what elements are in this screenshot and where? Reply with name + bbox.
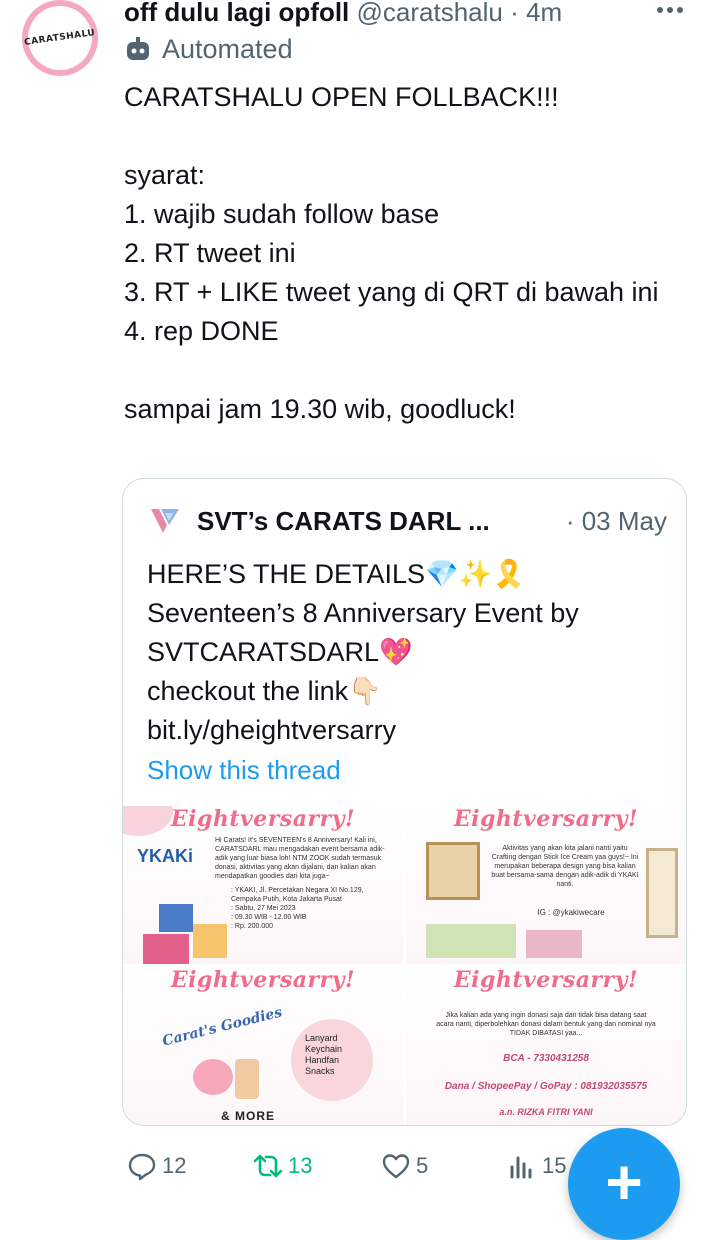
goodies-illustration [193,1059,233,1095]
bot-icon [127,37,149,60]
craft-photo [646,848,678,938]
goodies-item: Lanyard [305,1033,338,1043]
goodies-item: Snacks [305,1066,335,1076]
craft-photo [426,924,516,958]
like-button[interactable]: 5 [380,1146,428,1186]
goodies-more: & MORE [221,1109,275,1123]
retweet-count: 13 [288,1153,313,1178]
panel-title: Eightversarry! [453,967,639,993]
quoted-avatar-icon[interactable] [147,503,183,539]
panel-details: : YKAKI, Jl. Percetakan Negara XI No.129… [231,887,364,930]
automated-label: Automated [124,33,293,65]
goodies-item: Keychain [305,1044,343,1054]
panel-ig: IG : @ykakiwecare [537,908,605,917]
retweet-button[interactable]: 13 [252,1146,312,1186]
craft-photo [193,924,227,958]
tweet-text: CARATSHALU OPEN FOLLBACK!!! syarat: 1. w… [124,82,659,424]
show-thread-link[interactable]: Show this thread [147,755,341,786]
goodies-illustration [235,1059,259,1099]
retweet-icon [253,1154,283,1178]
display-name[interactable]: off dulu lagi opfoll [124,0,349,27]
panel-title: Eightversarry! [170,806,356,832]
like-count: 5 [416,1153,429,1178]
panel-title: Eightversarry! [170,967,356,993]
craft-photo [159,904,193,932]
quoted-image-2[interactable]: Eightversarry! Aktivitas yang akan kita … [406,806,686,964]
automated-text: Automated [162,33,293,64]
views-button[interactable]: 15 [506,1146,566,1186]
goodies-item: Handfan [305,1055,340,1065]
avatar-logo-text: CARATSHALU [23,28,97,48]
quoted-display-name[interactable]: SVT’s CARATS DARL ... [197,506,490,537]
ykaki-logo: YKAKi [137,846,194,866]
goodies-title: Carat's Goodies [160,1004,284,1050]
more-options-icon[interactable] [650,0,690,26]
tweet-header: off dulu lagi opfoll @caratshalu · 4m [124,0,562,28]
craft-photo [426,842,480,900]
quoted-image-1[interactable]: Eightversarry! YKAKi Hi Carats! It's SEV… [123,806,403,964]
quoted-image-grid: Eightversarry! YKAKi Hi Carats! It's SEV… [123,806,686,1125]
views-count: 15 [542,1153,567,1178]
reply-count: 12 [162,1153,187,1178]
avatar-image: CARATSHALU [24,6,96,70]
reply-icon [128,1153,156,1181]
plus-icon: + [605,1146,643,1218]
quoted-tweet-header: SVT’s CARATS DARL ... · 03 May [147,501,667,541]
goodies-list: Lanyard Keychain Handfan Snacks [291,1019,373,1101]
compose-button[interactable]: + [568,1128,680,1240]
user-handle[interactable]: @caratshalu [357,0,503,27]
views-icon [510,1156,532,1179]
quoted-tweet[interactable]: SVT’s CARATS DARL ... · 03 May HERE’S TH… [122,478,687,1126]
quoted-date: · 03 May [565,505,667,536]
quoted-text: HERE’S THE DETAILS💎✨🎗️ Seventeen’s 8 Ann… [147,559,579,745]
craft-photo [526,930,582,958]
reply-button[interactable]: 12 [126,1146,186,1186]
bank-account: BCA - 7330431258 [503,1053,589,1064]
craft-photo [143,934,189,964]
quoted-image-3[interactable]: Eightversarry! Carat's Goodies Lanyard K… [123,967,403,1125]
panel-body: Jika kalian ada yang ingin donasi saja d… [436,1012,656,1037]
ewallet-account: Dana / ShopeePay / GoPay : 081932035575 [444,1081,648,1092]
heart-icon [382,1154,410,1179]
panel-body: Aktivitas yang akan kita jalani nanti ya… [491,845,639,888]
account-name: a.n. RIZKA FITRI YANI [499,1107,593,1117]
avatar[interactable]: CARATSHALU [22,0,98,76]
quoted-image-4[interactable]: Eightversarry! Jika kalian ada yang ingi… [406,967,686,1125]
panel-intro: Hi Carats! It's SEVENTEEN's 8 Anniversar… [215,837,385,880]
tweet-time[interactable]: · 4m [503,0,562,27]
panel-title: Eightversarry! [453,806,639,832]
